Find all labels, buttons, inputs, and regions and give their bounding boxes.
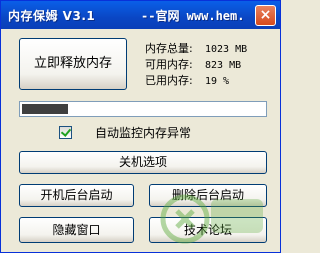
auto-monitor-checkbox[interactable] [59, 126, 72, 139]
memory-total-label: 内存总量: [145, 42, 193, 55]
memory-used-label: 已用内存: [145, 74, 193, 87]
progress-fill [22, 104, 68, 114]
shutdown-options-button[interactable]: 关机选项 [19, 151, 267, 174]
hide-window-button[interactable]: 隐藏窗口 [19, 217, 134, 243]
close-icon: × [259, 7, 272, 23]
title-bar[interactable]: 内存保姆 V3.1 --官网 www.hem... × [1, 1, 280, 29]
auto-monitor-label[interactable]: 自动监控内存异常 [95, 125, 191, 141]
tech-forum-button[interactable]: 技术论坛 [149, 217, 267, 243]
close-button[interactable]: × [255, 5, 276, 26]
memory-used-row: 已用内存: 19 % [145, 73, 275, 89]
delete-startup-button[interactable]: 删除后台启动 [149, 184, 267, 207]
memory-info-panel: 内存总量: 1023 MB 可用内存: 823 MB 已用内存: 19 % [145, 41, 275, 89]
memory-total-row: 内存总量: 1023 MB [145, 41, 275, 57]
memory-total-value: 1023 MB [205, 44, 248, 55]
memory-usage-progress-bar [19, 101, 267, 117]
release-memory-button[interactable]: 立即释放内存 [19, 38, 127, 90]
memory-available-label: 可用内存: [145, 58, 193, 71]
memory-available-value: 823 MB [205, 60, 242, 71]
memory-available-row: 可用内存: 823 MB [145, 57, 275, 73]
website-link-text: --官网 www.hem... [141, 9, 246, 23]
memory-used-value: 19 % [205, 76, 230, 87]
enable-startup-button[interactable]: 开机后台启动 [19, 184, 134, 207]
app-window: 内存保姆 V3.1 --官网 www.hem... × 立即释放内存 内存总量:… [0, 0, 281, 253]
window-title: 内存保姆 V3.1 [8, 9, 96, 23]
